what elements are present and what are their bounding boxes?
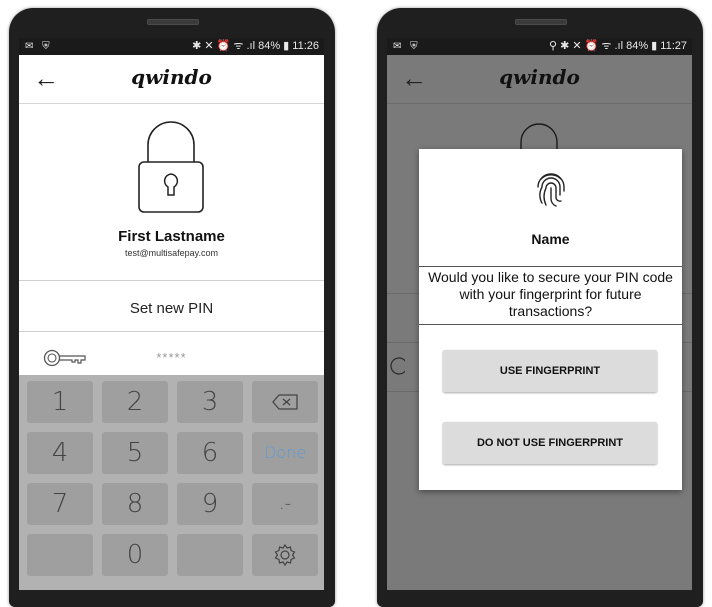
key-blank-left: [27, 534, 93, 576]
brand-logo: qwindo: [131, 65, 212, 89]
dialog-message: Would you like to secure your PIN code w…: [428, 269, 673, 319]
key-icon: [390, 357, 405, 375]
fingerprint-icon: [535, 171, 567, 214]
punctuation-key[interactable]: .-: [252, 483, 318, 525]
phone-left: ✉ ⛨ ✱ ✕ ⏰ ᯤ .ıl 84% ▮ 11:26 ← qwindo Fir…: [9, 8, 335, 607]
key-7[interactable]: 7: [27, 483, 93, 525]
status-right: ⚲ ✱ ✕ ⏰ ᯤ .ıl 84% ▮ 11:27: [548, 40, 687, 52]
key-0[interactable]: 0: [102, 534, 168, 576]
padlock-icon: [136, 120, 206, 219]
status-bar: ✉ ⛨ ⚲ ✱ ✕ ⏰ ᯤ .ıl 84% ▮ 11:27: [387, 38, 692, 55]
fingerprint-dialog: Name Would you like to secure your PIN c…: [419, 149, 682, 490]
key-2[interactable]: 2: [102, 381, 168, 423]
do-not-use-fingerprint-button[interactable]: DO NOT USE FINGERPRINT: [443, 422, 657, 464]
backspace-key[interactable]: [252, 381, 318, 423]
phone-speaker: [147, 19, 199, 25]
key-blank-right: [177, 534, 243, 576]
user-name: First Lastname: [118, 228, 225, 245]
settings-key[interactable]: [252, 534, 318, 576]
gear-icon: [274, 543, 296, 567]
pin-input-row[interactable]: *****: [19, 340, 324, 376]
phone-speaker: [515, 19, 567, 25]
user-email: test@multisafepay.com: [124, 248, 218, 258]
divider: [419, 266, 682, 267]
key-6[interactable]: 6: [177, 432, 243, 474]
divider: [19, 331, 324, 332]
numeric-keypad: 1 2 3 4 5 6 Done 7 8 9 .- 0: [19, 375, 324, 590]
phone-right: ✉ ⛨ ⚲ ✱ ✕ ⏰ ᯤ .ıl 84% ▮ 11:27 ← qwindo N…: [377, 8, 703, 607]
app-bar-dimmed: ← qwindo: [387, 55, 692, 104]
key-1[interactable]: 1: [27, 381, 93, 423]
screen-fingerprint-dialog: ✉ ⛨ ⚲ ✱ ✕ ⏰ ᯤ .ıl 84% ▮ 11:27 ← qwindo N…: [387, 38, 692, 590]
divider: [19, 280, 324, 281]
key-3[interactable]: 3: [177, 381, 243, 423]
set-pin-title: Set new PIN: [129, 300, 214, 317]
dialog-title: Name: [531, 231, 570, 247]
backspace-icon: [272, 394, 298, 410]
app-bar: ← qwindo: [19, 55, 324, 104]
done-key[interactable]: Done: [252, 432, 318, 474]
key-8[interactable]: 8: [102, 483, 168, 525]
notification-icons: ✉ ⛨: [393, 41, 421, 52]
pin-masked-value: *****: [156, 350, 187, 365]
key-9[interactable]: 9: [177, 483, 243, 525]
screen-set-pin: ✉ ⛨ ✱ ✕ ⏰ ᯤ .ıl 84% ▮ 11:26 ← qwindo Fir…: [19, 38, 324, 590]
key-4[interactable]: 4: [27, 432, 93, 474]
status-right: ✱ ✕ ⏰ ᯤ .ıl 84% ▮ 11:26: [192, 40, 319, 52]
notification-icons: ✉ ⛨: [25, 41, 53, 52]
use-fingerprint-button[interactable]: USE FINGERPRINT: [443, 350, 657, 392]
key-5[interactable]: 5: [102, 432, 168, 474]
divider: [419, 324, 682, 325]
brand-logo: qwindo: [499, 65, 580, 89]
status-bar: ✉ ⛨ ✱ ✕ ⏰ ᯤ .ıl 84% ▮ 11:26: [19, 38, 324, 55]
